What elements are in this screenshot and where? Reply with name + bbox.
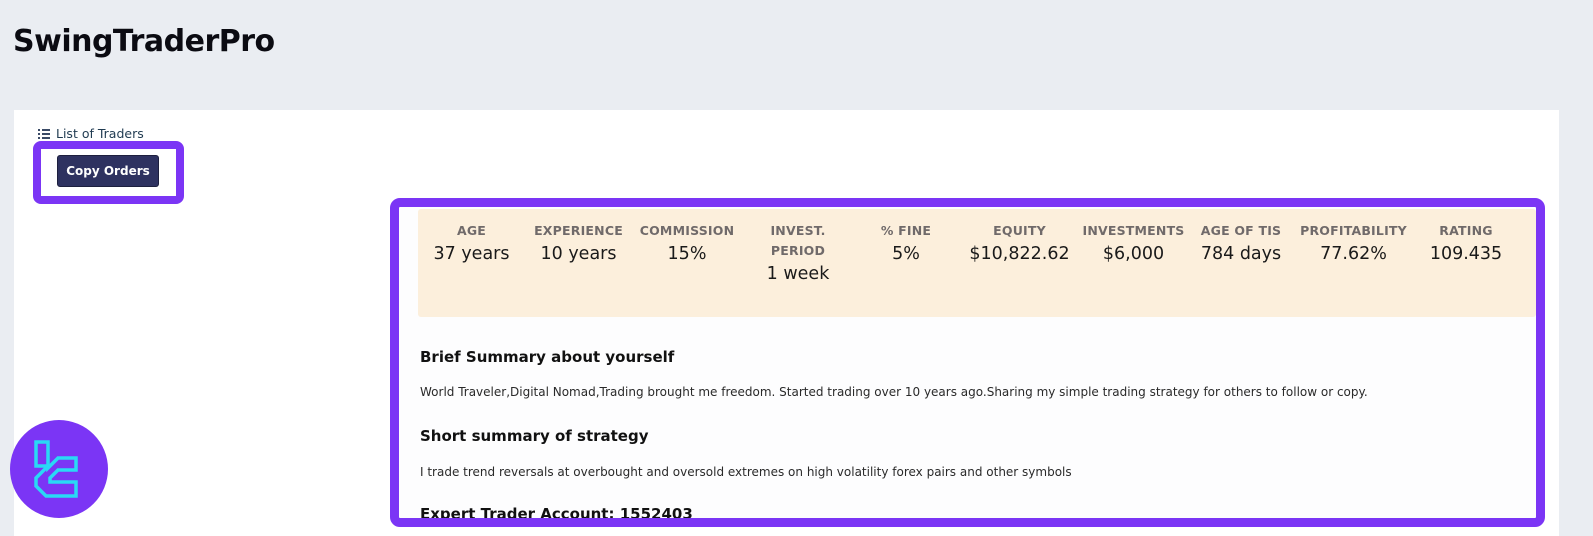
stat-invest-period: INVEST. PERIOD 1 week xyxy=(742,209,854,317)
stat-investments: INVESTMENTS $6,000 xyxy=(1081,209,1186,317)
stat-value: $10,822.62 xyxy=(969,244,1070,264)
stat-value: 5% xyxy=(892,244,920,264)
stat-experience: EXPERIENCE 10 years xyxy=(525,209,632,317)
stat-value: 1 week xyxy=(766,264,830,284)
stat-label: EQUITY xyxy=(993,223,1046,238)
list-of-traders-link[interactable]: List of Traders xyxy=(38,126,144,141)
stat-equity: EQUITY $10,822.62 xyxy=(958,209,1081,317)
summary-heading: Brief Summary about yourself xyxy=(420,348,675,366)
stat-label: INVEST. PERIOD xyxy=(770,223,826,258)
stat-value: 10 years xyxy=(540,244,617,264)
stat-value: 109.435 xyxy=(1429,244,1503,264)
stat-commission: COMMISSION 15% xyxy=(632,209,742,317)
stat-age-of-tis: AGE OF TIS 784 days xyxy=(1186,209,1296,317)
stat-rating: RATING 109.435 xyxy=(1411,209,1521,317)
stat-value: 37 years xyxy=(433,244,510,264)
stat-value: 784 days xyxy=(1200,244,1282,264)
stat-label: % FINE xyxy=(880,223,932,238)
stat-profitability: PROFITABILITY 77.62% xyxy=(1296,209,1411,317)
stat-age: AGE 37 years xyxy=(418,209,525,317)
logo-glyph xyxy=(34,440,78,498)
trader-details-highlight: AGE 37 years EXPERIENCE 10 years COMMISS… xyxy=(390,198,1545,527)
stat-label: RATING xyxy=(1439,223,1493,238)
list-of-traders-label: List of Traders xyxy=(56,126,144,141)
summary-text: World Traveler,Digital Nomad,Trading bro… xyxy=(420,385,1368,399)
strategy-text: I trade trend reversals at overbought an… xyxy=(420,465,1072,479)
stat-fine: % FINE 5% xyxy=(854,209,958,317)
stat-value: 15% xyxy=(667,244,707,264)
stat-label: AGE xyxy=(456,223,487,238)
stat-value: 77.62% xyxy=(1320,244,1387,264)
strategy-heading: Short summary of strategy xyxy=(420,427,649,445)
stat-label: INVESTMENTS xyxy=(1082,223,1185,238)
expert-account-heading: Expert Trader Account: 1552403 xyxy=(420,505,693,523)
app-title: SwingTraderPro xyxy=(13,24,275,59)
stat-label: AGE OF TIS xyxy=(1200,223,1282,238)
stat-label: PROFITABILITY xyxy=(1300,223,1407,238)
stat-value: $6,000 xyxy=(1102,244,1165,264)
stat-label: EXPERIENCE xyxy=(534,223,623,238)
copy-orders-button[interactable]: Copy Orders xyxy=(57,155,159,187)
tradingfinder-logo-icon xyxy=(10,420,108,518)
stat-label: COMMISSION xyxy=(639,223,735,238)
trader-stats-bar: AGE 37 years EXPERIENCE 10 years COMMISS… xyxy=(418,209,1536,317)
list-icon xyxy=(38,128,50,139)
